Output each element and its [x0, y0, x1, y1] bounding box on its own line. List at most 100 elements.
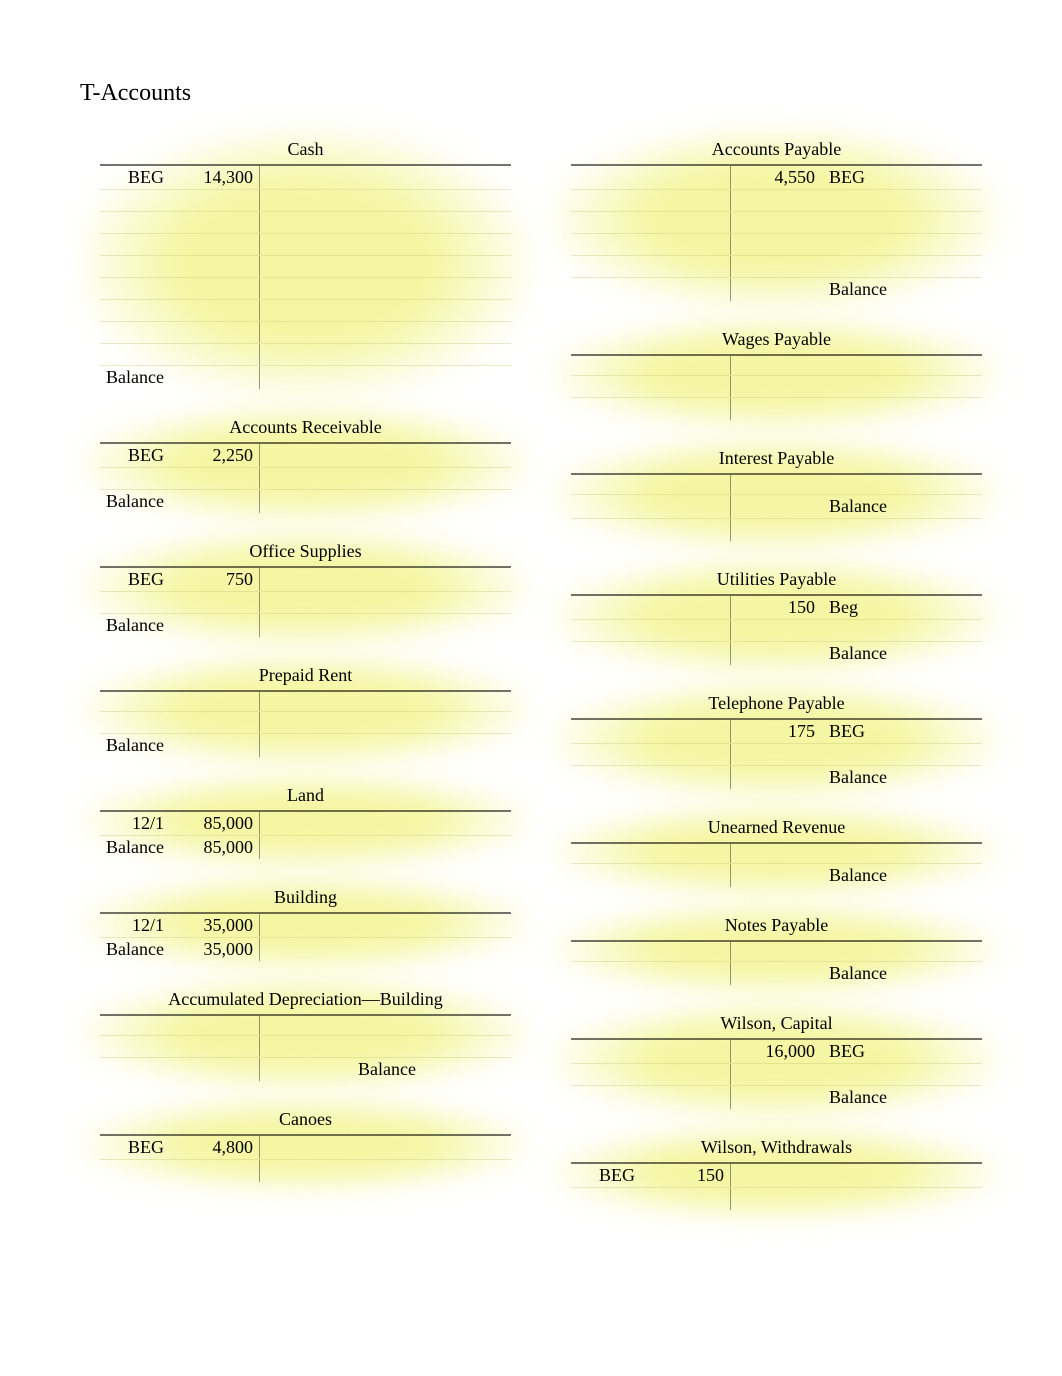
row-credit	[731, 495, 821, 518]
row-left-tag	[100, 468, 170, 489]
account-row: BEG150	[571, 1162, 982, 1188]
row-credit	[731, 278, 821, 301]
row-credit	[260, 444, 350, 467]
row-left-tag	[100, 712, 170, 733]
row-debit	[641, 620, 731, 641]
t-account-inner: Building12/135,000Balance35,000	[100, 885, 511, 961]
row-left-tag	[571, 1086, 641, 1109]
account-row: Balance	[571, 278, 982, 301]
row-right-tag	[821, 519, 982, 541]
account-row	[100, 1014, 511, 1036]
t-account: Accounts ReceivableBEG2,250Balance	[100, 415, 511, 513]
row-credit	[731, 256, 821, 277]
row-left-tag	[100, 344, 170, 365]
row-credit	[731, 962, 821, 985]
account-row: Balance	[571, 766, 982, 789]
account-row	[100, 468, 511, 490]
t-account-inner: Wilson, Capital16,000BEGBalance	[571, 1011, 982, 1109]
row-right-tag: BEG	[821, 1040, 982, 1063]
row-right-tag	[350, 468, 511, 489]
row-debit	[170, 322, 260, 343]
row-credit	[260, 190, 350, 211]
row-credit	[260, 812, 350, 835]
row-right-tag: Balance	[821, 642, 982, 665]
row-debit	[170, 734, 260, 757]
row-debit	[641, 190, 731, 211]
t-account-inner: Notes PayableBalance	[571, 913, 982, 985]
account-row: Balance	[100, 366, 511, 389]
row-debit	[170, 212, 260, 233]
row-right-tag	[350, 812, 511, 835]
account-rows: Balance	[100, 690, 511, 757]
t-account-inner: Accumulated Depreciation—BuildingBalance	[100, 987, 511, 1081]
account-title: Land	[100, 783, 511, 810]
row-debit	[641, 642, 731, 665]
row-right-tag	[821, 190, 982, 211]
row-right-tag	[821, 1064, 982, 1085]
account-rows: BEG14,300Balance	[100, 164, 511, 389]
account-row	[100, 592, 511, 614]
row-credit	[260, 712, 350, 733]
account-rows: BEG750Balance	[100, 566, 511, 637]
row-right-tag	[350, 190, 511, 211]
row-right-tag: Beg	[821, 596, 982, 619]
account-rows: Balance	[571, 940, 982, 985]
row-left-tag	[571, 190, 641, 211]
row-right-tag	[350, 212, 511, 233]
row-debit	[641, 1086, 731, 1109]
row-credit	[260, 300, 350, 321]
account-row	[571, 1064, 982, 1086]
row-right-tag	[350, 914, 511, 937]
row-left-tag: BEG	[100, 166, 170, 189]
account-row: Balance35,000	[100, 938, 511, 961]
row-right-tag: Balance	[821, 1086, 982, 1109]
account-title: Office Supplies	[100, 539, 511, 566]
t-account: CanoesBEG4,800	[100, 1107, 511, 1182]
row-debit	[170, 300, 260, 321]
row-debit	[170, 234, 260, 255]
row-debit	[170, 1160, 260, 1182]
row-right-tag	[350, 592, 511, 613]
row-debit	[641, 766, 731, 789]
row-credit	[260, 614, 350, 637]
row-right-tag	[821, 744, 982, 765]
account-row: 150Beg	[571, 594, 982, 620]
row-right-tag	[350, 836, 511, 859]
row-right-tag	[350, 712, 511, 733]
account-title: Utilities Payable	[571, 567, 982, 594]
page-title: T-Accounts	[80, 80, 982, 107]
row-credit	[260, 914, 350, 937]
row-credit	[731, 475, 821, 494]
row-right-tag	[350, 256, 511, 277]
row-left-tag	[571, 256, 641, 277]
row-left-tag: BEG	[100, 444, 170, 467]
row-left-tag	[571, 212, 641, 233]
row-credit: 150	[731, 596, 821, 619]
row-credit	[731, 1064, 821, 1085]
row-left-tag: 12/1	[100, 812, 170, 835]
row-right-tag	[350, 692, 511, 711]
row-right-tag	[821, 475, 982, 494]
row-debit: 35,000	[170, 938, 260, 961]
row-debit	[170, 344, 260, 365]
account-rows: Balance	[100, 1014, 511, 1081]
row-left-tag	[571, 166, 641, 189]
row-credit	[260, 490, 350, 513]
row-credit	[731, 398, 821, 420]
row-right-tag	[350, 444, 511, 467]
row-left-tag	[571, 766, 641, 789]
row-right-tag	[821, 844, 982, 863]
t-account: Office SuppliesBEG750Balance	[100, 539, 511, 637]
row-debit	[170, 468, 260, 489]
t-account: Wilson, Capital16,000BEGBalance	[571, 1011, 982, 1109]
account-rows: Balance	[571, 473, 982, 541]
account-row	[100, 1036, 511, 1058]
t-account: Accounts Payable4,550BEGBalance	[571, 137, 982, 301]
row-debit: 85,000	[170, 812, 260, 835]
row-credit	[260, 234, 350, 255]
account-row	[100, 690, 511, 712]
account-row: 12/135,000	[100, 912, 511, 938]
account-row: BEG750	[100, 566, 511, 592]
row-left-tag	[571, 744, 641, 765]
row-left-tag: BEG	[571, 1164, 641, 1187]
